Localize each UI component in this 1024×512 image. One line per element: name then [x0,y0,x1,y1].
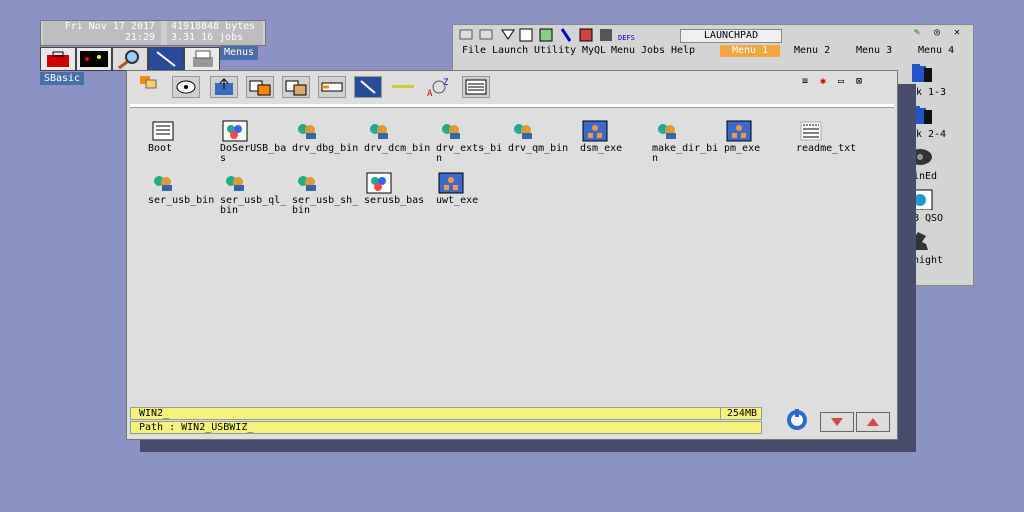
window-control-icons: ≡ ✱ ▭ ⊠ [802,76,872,88]
file-item-label[interactable]: ser_usb_ql_bin [220,196,292,216]
path-text: Path : WIN2_USBWIZ_ [139,422,254,433]
launchpad-toolbar-icons[interactable]: DEFS [458,27,638,43]
game-icon[interactable] [76,47,112,71]
magnifier-icon[interactable] [112,47,148,71]
delete-icon[interactable] [390,76,418,98]
file-item-label[interactable]: ser_usb_sh_bin [292,196,364,216]
executable-icon[interactable] [582,120,608,142]
scroll-down-button[interactable] [820,412,854,432]
file-item-label[interactable]: drv_exts_bin [436,144,508,164]
close-icon[interactable]: ✕ [954,27,960,38]
resize-icon[interactable]: ✱ [820,76,826,87]
minimize-icon[interactable]: ▭ [838,76,844,87]
close-icon[interactable]: ⊠ [856,76,862,87]
menu-myql[interactable]: MyQL [582,44,606,57]
file-item-label[interactable]: DoSerUSB_bas [220,144,292,164]
menu-utility[interactable]: Utility [534,44,576,57]
text-file-icon[interactable] [150,120,176,142]
system-status-panel: Fri Nov 17 2017 21:29 41918848 bytes 3.3… [40,20,266,46]
arrow-down-icon [831,418,843,426]
backup-disks-icon[interactable] [906,62,934,84]
disk-drive-icon[interactable] [172,76,200,98]
file-item-label[interactable]: drv_qm_bin [508,144,580,154]
select-pointer-icon[interactable] [354,76,382,98]
binary-file-icon[interactable] [654,120,680,142]
window-controls: ✎ ◎ ✕ [914,27,974,41]
date-time-display: Fri Nov 17 2017 21:29 [43,21,161,45]
binary-file-icon[interactable] [294,172,320,194]
menu-help[interactable]: Help [671,44,695,57]
tab-menu-2[interactable]: Menu 2 [794,44,830,57]
pin-icon[interactable]: ✎ [914,27,920,38]
time-text: 21:29 [124,32,155,43]
arrow-up-icon [867,418,879,426]
menu-file[interactable]: File [462,44,486,57]
tab-menu-3[interactable]: Menu 3 [856,44,892,57]
file-item-label[interactable]: pm_exe [724,144,796,154]
move-files-icon[interactable] [282,76,310,98]
basic-program-icon[interactable] [222,120,248,142]
tab-menu-1[interactable]: Menu 1 [720,45,780,57]
text-document-icon[interactable] [798,120,824,142]
power-icon[interactable] [782,406,812,432]
binary-file-icon[interactable] [438,120,464,142]
file-item-label[interactable]: drv_dcm_bin [364,144,436,154]
file-item-label[interactable]: make_dir_bin [652,144,724,164]
sort-icon[interactable]: AZ [425,76,453,99]
file-item-label[interactable]: ser_usb_bin [148,196,220,206]
binary-file-icon[interactable] [150,172,176,194]
executable-icon[interactable] [438,172,464,194]
file-item-label[interactable]: serusb_bas [364,196,436,206]
copy-files-icon[interactable] [246,76,274,98]
windows-icon[interactable] [138,74,160,92]
jobs-text: 3.31 16 jobs [171,32,244,43]
svg-text:DEFS: DEFS [618,34,635,42]
parent-directory-icon[interactable] [210,76,238,98]
binary-file-icon[interactable] [294,120,320,142]
binary-file-icon[interactable] [222,172,248,194]
memory-text: 41918848 bytes [171,21,256,32]
device-name: WIN2_ [139,408,170,419]
screen-pointer-icon[interactable] [148,47,184,71]
menu-launch[interactable]: Launch [492,44,528,57]
executable-icon[interactable] [726,120,752,142]
rename-icon[interactable] [318,76,346,98]
menus-button[interactable]: Menus [220,46,258,60]
printer-icon[interactable] [184,47,220,71]
file-item-label[interactable]: dsm_exe [580,144,652,154]
binary-file-icon[interactable] [510,120,536,142]
file-item-label[interactable]: drv_dbg_bin [292,144,364,154]
launchpad-title: LAUNCHPAD [680,29,782,43]
file-item-label[interactable]: readme_txt [796,144,868,154]
list-view-icon[interactable]: ≡ [802,76,808,87]
path-bar: Path : WIN2_USBWIZ_ [130,421,762,434]
file-item-label[interactable]: uwt_exe [436,196,508,206]
toolbar-divider [130,104,894,108]
file-item-label[interactable]: Boot [148,144,220,154]
menu-jobs[interactable]: Jobs [641,44,665,57]
scroll-up-button[interactable] [856,412,890,432]
sbasic-button[interactable]: SBasic [40,72,84,85]
date-text: Fri Nov 17 2017 [64,21,155,32]
binary-file-icon[interactable] [366,120,392,142]
menu-menu[interactable]: Menu [611,44,635,57]
memory-jobs-display: 41918848 bytes 3.31 16 jobs [167,21,263,45]
settings-icon[interactable]: ◎ [934,27,940,38]
view-list-icon[interactable] [462,76,490,98]
basic-program-icon[interactable] [366,172,392,194]
tab-menu-4[interactable]: Menu 4 [918,44,954,57]
device-size: 254MB [719,408,757,419]
device-bar: WIN2_ 254MB [130,407,762,420]
svg-text:A: A [427,89,433,98]
briefcase-icon[interactable] [40,47,76,71]
